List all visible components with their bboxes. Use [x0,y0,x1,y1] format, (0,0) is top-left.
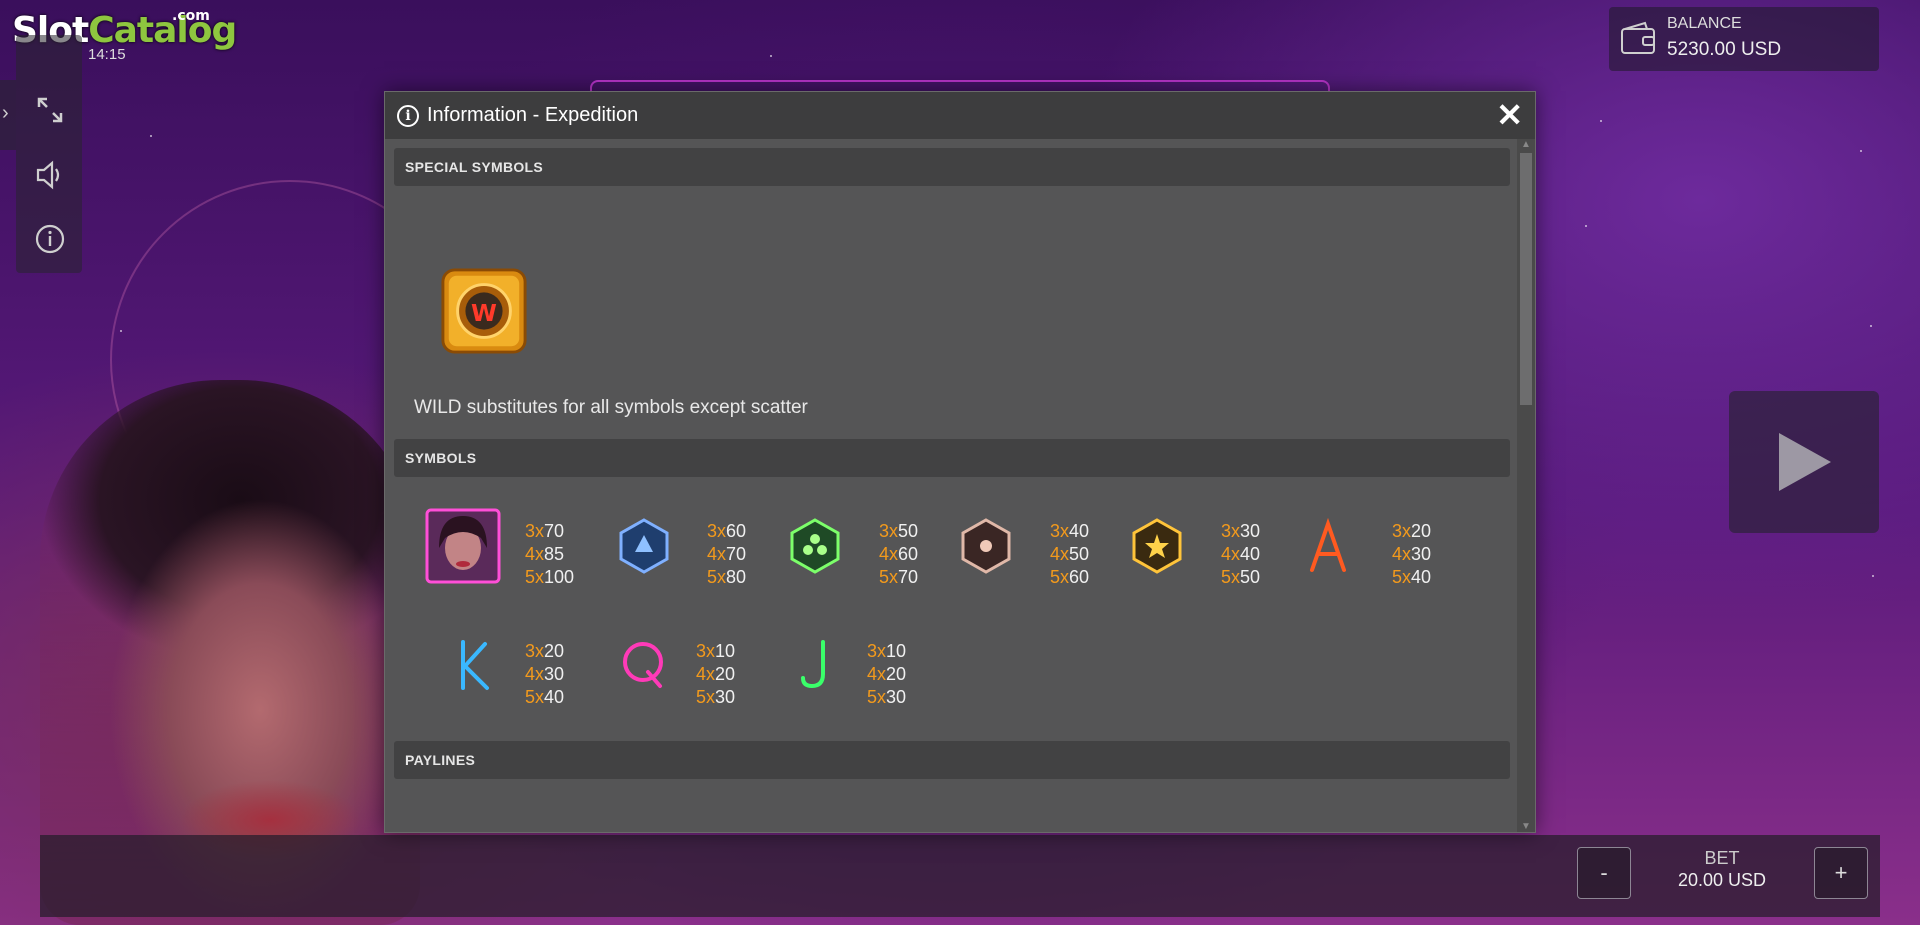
sound-button[interactable] [30,155,70,195]
info-icon: i [397,104,419,127]
spin-button[interactable] [1729,391,1879,533]
paytable-girl: 3x70 4x85 5x100 [525,521,575,587]
info-button[interactable] [30,219,70,259]
modal-title: Information - Expedition [427,104,639,126]
bet-label: BET [1704,848,1740,868]
gold-hex-symbol-icon [1117,506,1197,586]
bet-increase-button[interactable]: + [1814,847,1868,899]
blue-hex-symbol-icon [604,506,684,586]
logo-suffix: .com [172,8,210,24]
star [1860,150,1862,152]
svg-text:W: W [471,299,497,327]
scrollbar-thumb[interactable] [1520,153,1532,405]
girl-symbol-icon [423,506,503,586]
section-special-symbols: SPECIAL SYMBOLS [394,148,1510,186]
star [150,135,152,137]
wild-symbol-icon: W [439,266,529,356]
paytable-letter-q: 3x10 4x20 5x30 [696,641,736,707]
balance-panel: BALANCE 5230.00 USD [1609,7,1879,71]
fullscreen-button[interactable] [30,90,70,130]
green-hex-symbol-icon [775,506,855,586]
wallet-icon [1621,21,1655,54]
modal-body[interactable]: SPECIAL SYMBOLS W WILD substitutes for a… [385,139,1518,832]
star [1870,325,1872,327]
section-symbols: SYMBOLS [394,439,1510,477]
scroll-down-arrow-icon[interactable]: ▼ [1521,821,1531,832]
balance-label: BALANCE [1667,15,1742,32]
modal-header: i Information - Expedition ✕ [385,92,1535,139]
bronze-hex-symbol-icon [946,506,1026,586]
wild-description: WILD substitutes for all symbols except … [414,397,808,418]
clock: 14:15 [88,46,126,63]
paytable-blue-hex: 3x60 4x70 5x80 [707,521,747,587]
letter-k-symbol-icon [433,624,513,704]
star [770,55,772,57]
star [1872,575,1874,577]
paytable-bronze-hex: 3x40 4x50 5x60 [1050,521,1090,587]
letter-j-symbol-icon [775,624,855,704]
close-button[interactable]: ✕ [1496,99,1523,131]
star [1600,120,1602,122]
bet-decrease-button[interactable]: - [1577,847,1631,899]
bet-value: 20.00 USD [1677,870,1767,890]
speaker-icon [36,160,60,190]
paytable-letter-j: 3x10 4x20 5x30 [867,641,907,707]
balance-value: 5230.00 USD [1667,39,1782,60]
play-icon [1779,433,1831,491]
letter-q-symbol-icon [604,624,684,704]
toolbar-expand-tab[interactable]: › [0,80,16,150]
section-paylines: PAYLINES [394,741,1510,779]
logo-word-catalog: Catalog [88,10,237,51]
paytable-gold-hex: 3x30 4x40 5x50 [1221,521,1261,587]
paytable-green-hex: 3x50 4x60 5x70 [879,521,919,587]
letter-a-symbol-icon [1288,506,1368,586]
paytable-letter-a: 3x20 4x30 5x40 [1392,521,1432,587]
fullscreen-icon [37,97,63,123]
star [1585,225,1587,227]
info-modal: i Information - Expedition ✕ SPECIAL SYM… [384,91,1536,833]
chevron-right-icon: › [2,102,9,124]
info-icon [35,224,65,254]
paytable-letter-k: 3x20 4x30 5x40 [525,641,565,707]
scrollbar[interactable]: ▲ ▼ [1517,139,1535,832]
scroll-up-arrow-icon[interactable]: ▲ [1521,139,1531,150]
